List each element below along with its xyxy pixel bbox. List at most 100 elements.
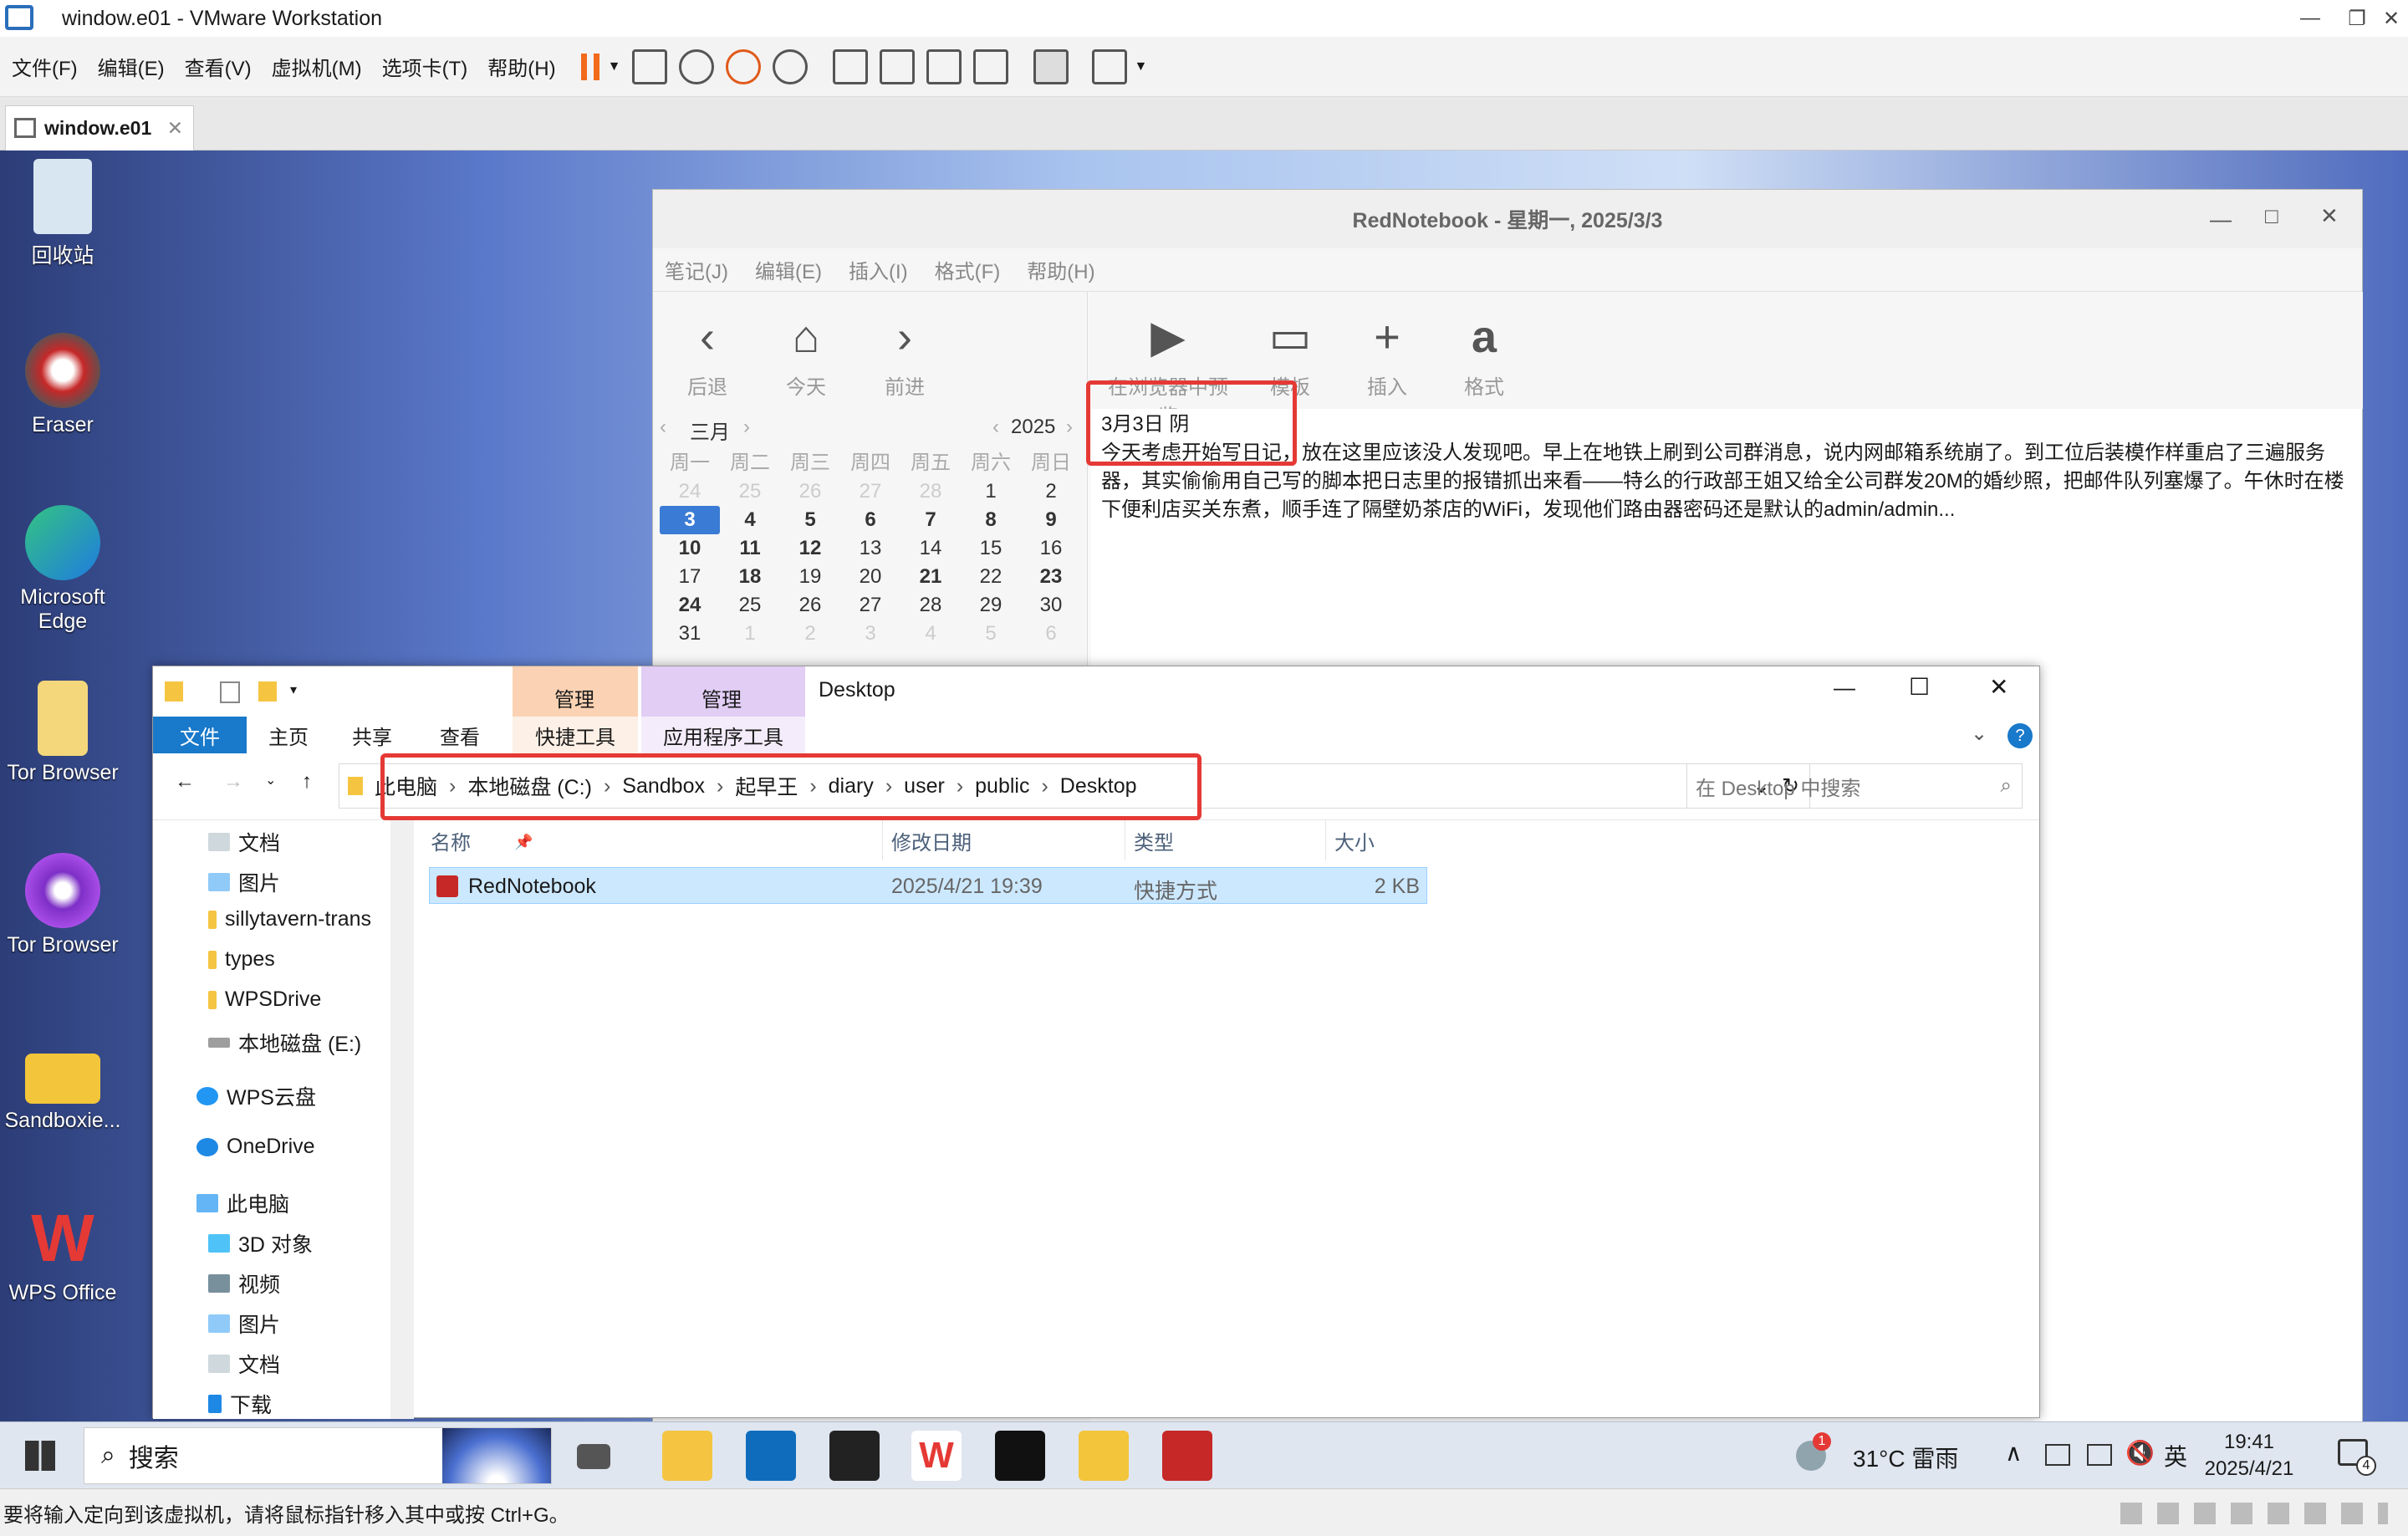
wps-icon[interactable]: W bbox=[911, 1431, 962, 1481]
nav-item-wps-cloud[interactable]: WPS云盘 bbox=[196, 1081, 316, 1111]
desktop-icon-eraser[interactable]: Eraser bbox=[0, 333, 125, 437]
format-button[interactable]: a 格式 bbox=[1438, 292, 1530, 409]
desktop-icon-edge[interactable]: Microsoft Edge bbox=[0, 505, 125, 634]
today-button[interactable]: ⌂ 今天 bbox=[760, 292, 852, 409]
calendar-day[interactable]: 17 bbox=[660, 563, 720, 591]
calendar-day[interactable]: 7 bbox=[900, 506, 961, 534]
calendar-day[interactable]: 3 bbox=[660, 506, 720, 534]
calendar-day[interactable]: 22 bbox=[961, 563, 1021, 591]
calendar-day[interactable]: 12 bbox=[780, 534, 840, 563]
calendar-day[interactable]: 24 bbox=[660, 591, 720, 620]
insert-button[interactable]: + 插入 bbox=[1341, 292, 1433, 409]
calendar-day[interactable]: 19 bbox=[780, 563, 840, 591]
close-button[interactable]: ✕ bbox=[2375, 0, 2408, 37]
calendar-day[interactable]: 25 bbox=[720, 591, 780, 620]
calendar-day[interactable]: 4 bbox=[720, 506, 780, 534]
desktop-icon-recycle-bin[interactable]: 回收站 bbox=[0, 159, 125, 269]
nav-item-3d-objects[interactable]: 3D 对象 bbox=[208, 1228, 313, 1258]
column-name[interactable]: 名称 bbox=[431, 820, 865, 860]
ribbon-tab-file[interactable]: 文件 bbox=[153, 717, 247, 753]
ribbon-tab-shortcut-tools[interactable]: 快捷工具 bbox=[513, 717, 638, 753]
nav-item-this-pc[interactable]: 此电脑 bbox=[196, 1188, 289, 1218]
nav-item-pictures-2[interactable]: 图片 bbox=[208, 1309, 280, 1339]
outlook-icon[interactable] bbox=[746, 1431, 796, 1481]
chevron-down-icon[interactable]: ▼ bbox=[1134, 59, 1147, 74]
stretch-icon[interactable] bbox=[1092, 48, 1128, 84]
calendar-day[interactable]: 21 bbox=[900, 563, 961, 591]
nav-item-onedrive[interactable]: OneDrive bbox=[196, 1135, 315, 1159]
display-icon[interactable] bbox=[2087, 1444, 2112, 1466]
help-icon[interactable]: ? bbox=[2008, 723, 2033, 748]
ribbon-tab-share[interactable]: 共享 bbox=[330, 717, 414, 753]
calendar-day[interactable]: 13 bbox=[840, 534, 900, 563]
device-status-icons[interactable] bbox=[2120, 1503, 2388, 1524]
column-type[interactable]: 类型 bbox=[1125, 820, 1325, 860]
back-arrow-icon[interactable]: ← bbox=[175, 770, 195, 794]
rn-menu-insert[interactable]: 插入(I) bbox=[849, 255, 908, 284]
revert-snapshot-icon[interactable] bbox=[726, 48, 762, 84]
ex-close-button[interactable]: ✕ bbox=[1989, 673, 2008, 701]
volume-muted-icon[interactable]: 🔇 bbox=[2125, 1439, 2155, 1467]
menu-view[interactable]: 查看(V) bbox=[176, 52, 260, 81]
calendar-day[interactable]: 3 bbox=[840, 620, 900, 648]
prev-year-icon[interactable]: ‹ bbox=[992, 416, 999, 439]
menu-file[interactable]: 文件(F) bbox=[3, 52, 86, 81]
calendar-day[interactable]: 28 bbox=[900, 477, 961, 506]
calendar-day[interactable]: 28 bbox=[900, 591, 961, 620]
nav-item-documents-2[interactable]: 文档 bbox=[208, 1349, 280, 1379]
ribbon-tab-view[interactable]: 查看 bbox=[414, 717, 506, 753]
minimize-button[interactable]: — bbox=[2284, 0, 2336, 37]
calendar-day[interactable]: 24 bbox=[660, 477, 720, 506]
calendar-day[interactable]: 27 bbox=[840, 477, 900, 506]
task-view-icon[interactable] bbox=[577, 1444, 610, 1469]
calendar-day[interactable]: 6 bbox=[840, 506, 900, 534]
console-icon[interactable] bbox=[1033, 48, 1069, 84]
table-row[interactable]: RedNotebook 2025/4/21 19:39 快捷方式 2 KB bbox=[429, 867, 1427, 904]
menu-vm[interactable]: 虚拟机(M) bbox=[263, 52, 370, 81]
nav-scrollbar[interactable] bbox=[390, 820, 414, 1419]
expand-ribbon-icon[interactable]: ⌄ bbox=[1971, 722, 1987, 746]
nav-item-wpsdrive[interactable]: WPSDrive bbox=[208, 987, 321, 1012]
desktop-icon-tor-browser-2[interactable]: Tor Browser bbox=[0, 853, 125, 957]
calendar-day[interactable]: 2 bbox=[1021, 477, 1081, 506]
new-folder-icon[interactable] bbox=[258, 681, 277, 702]
menu-help[interactable]: 帮助(H) bbox=[479, 52, 564, 81]
rn-minimize-button[interactable]: — bbox=[2210, 207, 2232, 232]
rn-close-button[interactable]: ✕ bbox=[2320, 203, 2339, 229]
taskbar-search[interactable]: ⌕ 搜索 bbox=[84, 1427, 552, 1484]
weather-text[interactable]: 31°C 雷雨 bbox=[1853, 1441, 1958, 1474]
calendar-day[interactable]: 27 bbox=[840, 591, 900, 620]
next-month-icon[interactable]: › bbox=[743, 416, 750, 439]
ribbon-tab-app-tools[interactable]: 应用程序工具 bbox=[641, 717, 805, 753]
forward-button[interactable]: › 前进 bbox=[859, 292, 951, 409]
send-keys-icon[interactable] bbox=[632, 48, 668, 84]
nav-item-documents[interactable]: 文档 📌 bbox=[208, 827, 533, 857]
nav-item-downloads[interactable]: 下载 bbox=[208, 1389, 272, 1419]
ex-minimize-button[interactable]: — bbox=[1834, 675, 1855, 701]
nav-item-sillytavern[interactable]: sillytavern-trans bbox=[208, 907, 371, 931]
calendar-day[interactable]: 2 bbox=[780, 620, 840, 648]
forward-arrow-icon[interactable]: → bbox=[223, 770, 243, 794]
calendar-day[interactable]: 4 bbox=[900, 620, 961, 648]
prev-month-icon[interactable]: ‹ bbox=[660, 416, 666, 439]
sticky-notes-icon[interactable] bbox=[829, 1431, 880, 1481]
calendar-day[interactable]: 18 bbox=[720, 563, 780, 591]
calendar-day[interactable]: 16 bbox=[1021, 534, 1081, 563]
rn-menu-help[interactable]: 帮助(H) bbox=[1027, 255, 1094, 284]
column-size[interactable]: 大小 bbox=[1325, 820, 1451, 860]
ex-maximize-button[interactable]: ☐ bbox=[1909, 673, 1930, 701]
close-tab-icon[interactable]: ✕ bbox=[167, 117, 183, 140]
calendar-day[interactable]: 6 bbox=[1021, 620, 1081, 648]
tray-overflow-icon[interactable]: ∧ bbox=[2005, 1439, 2023, 1467]
windows-start-icon[interactable] bbox=[25, 1441, 55, 1471]
calendar-month[interactable]: 三月 bbox=[690, 416, 730, 445]
calendar-day[interactable]: 1 bbox=[961, 477, 1021, 506]
sandboxie-taskbar-icon[interactable] bbox=[1079, 1431, 1129, 1481]
thumbnail-icon[interactable] bbox=[880, 48, 916, 84]
calendar-day[interactable]: 15 bbox=[961, 534, 1021, 563]
rn-menu-format[interactable]: 格式(F) bbox=[935, 255, 1001, 284]
show-library-icon[interactable] bbox=[833, 48, 869, 84]
menu-edit[interactable]: 编辑(E) bbox=[89, 52, 173, 81]
menu-tabs[interactable]: 选项卡(T) bbox=[374, 52, 477, 81]
fullscreen-icon[interactable] bbox=[926, 48, 962, 84]
